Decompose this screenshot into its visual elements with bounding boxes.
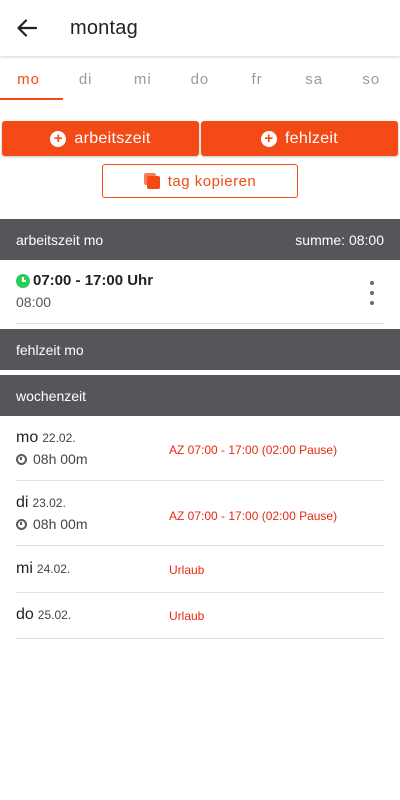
entry-time: 07:00 - 17:00 Uhr — [16, 272, 153, 289]
copy-day-button[interactable]: tag kopieren — [102, 164, 298, 198]
day-date: 24.02. — [36, 562, 71, 576]
day-abbr: mi — [16, 560, 33, 577]
app-bar: montag — [0, 0, 400, 56]
more-options-icon[interactable] — [366, 281, 378, 305]
clock-icon — [16, 273, 30, 288]
day-status: Urlaub — [169, 563, 205, 577]
day-label: di 23.02. — [16, 494, 66, 512]
day-abbr: do — [16, 606, 34, 623]
day-status: AZ 07:00 - 17:00 (02:00 Pause) — [169, 509, 338, 523]
tab-sa[interactable]: sa — [286, 58, 343, 100]
add-absence-button[interactable]: + fehlzeit — [201, 121, 398, 156]
add-worktime-label: arbeitszeit — [74, 129, 151, 147]
day-abbr: mo — [16, 429, 39, 446]
tab-do[interactable]: do — [171, 58, 228, 100]
tab-mi[interactable]: mi — [114, 58, 171, 100]
week-section-header: wochenzeit — [0, 375, 400, 416]
arrow-back-icon — [17, 19, 37, 37]
day-tabs: mo di mi do fr sa so — [0, 58, 400, 100]
day-date: 25.02. — [37, 608, 72, 622]
week-row-di[interactable]: di 23.02. 08h 00m AZ 07:00 - 17:00 (02:0… — [16, 481, 384, 546]
plus-circle-icon: + — [260, 130, 277, 147]
worktime-sum: summe: 08:00 — [295, 231, 384, 248]
absence-section-title: fehlzeit mo — [16, 341, 84, 358]
day-hours: 08h 00m — [16, 451, 87, 467]
worktime-entry[interactable]: 07:00 - 17:00 Uhr 08:00 — [16, 261, 384, 324]
absence-section-header: fehlzeit mo — [0, 329, 400, 370]
week-row-do[interactable]: do 25.02. Urlaub — [16, 593, 384, 639]
plus-circle-icon: + — [50, 130, 67, 147]
page-title: montag — [70, 16, 138, 39]
entry-time-range: 07:00 - 17:00 Uhr — [33, 272, 154, 289]
day-hours-value: 08h 00m — [33, 516, 88, 532]
tab-di[interactable]: di — [57, 58, 114, 100]
week-row-mo[interactable]: mo 22.02. 08h 00m AZ 07:00 - 17:00 (02:0… — [16, 416, 384, 481]
clock-icon — [16, 453, 27, 465]
clock-icon — [16, 518, 27, 530]
entry-duration: 08:00 — [16, 294, 52, 310]
back-button[interactable] — [0, 0, 54, 56]
day-hours: 08h 00m — [16, 516, 87, 532]
copy-day-label: tag kopieren — [167, 172, 257, 190]
week-section-title: wochenzeit — [16, 387, 87, 404]
day-status: Urlaub — [169, 609, 205, 623]
day-date: 22.02. — [42, 431, 76, 445]
day-date: 23.02. — [32, 496, 66, 510]
worktime-section-header: arbeitszeit mo summe: 08:00 — [0, 219, 400, 260]
tab-so[interactable]: so — [343, 58, 400, 100]
week-row-mi[interactable]: mi 24.02. Urlaub — [16, 546, 384, 593]
day-status: AZ 07:00 - 17:00 (02:00 Pause) — [169, 443, 338, 457]
tab-mo[interactable]: mo — [0, 58, 64, 100]
day-abbr: di — [16, 494, 29, 511]
copy-icon — [143, 173, 160, 189]
action-buttons: + arbeitszeit + fehlzeit — [2, 121, 398, 156]
add-absence-label: fehlzeit — [284, 129, 339, 147]
day-label: mo 22.02. — [16, 429, 76, 447]
add-worktime-button[interactable]: + arbeitszeit — [2, 121, 199, 156]
worktime-section-title: arbeitszeit mo — [16, 231, 104, 248]
tab-fr[interactable]: fr — [229, 58, 286, 100]
day-hours-value: 08h 00m — [33, 451, 88, 467]
day-label: mi 24.02. — [16, 560, 70, 578]
day-label: do 25.02. — [16, 606, 71, 624]
